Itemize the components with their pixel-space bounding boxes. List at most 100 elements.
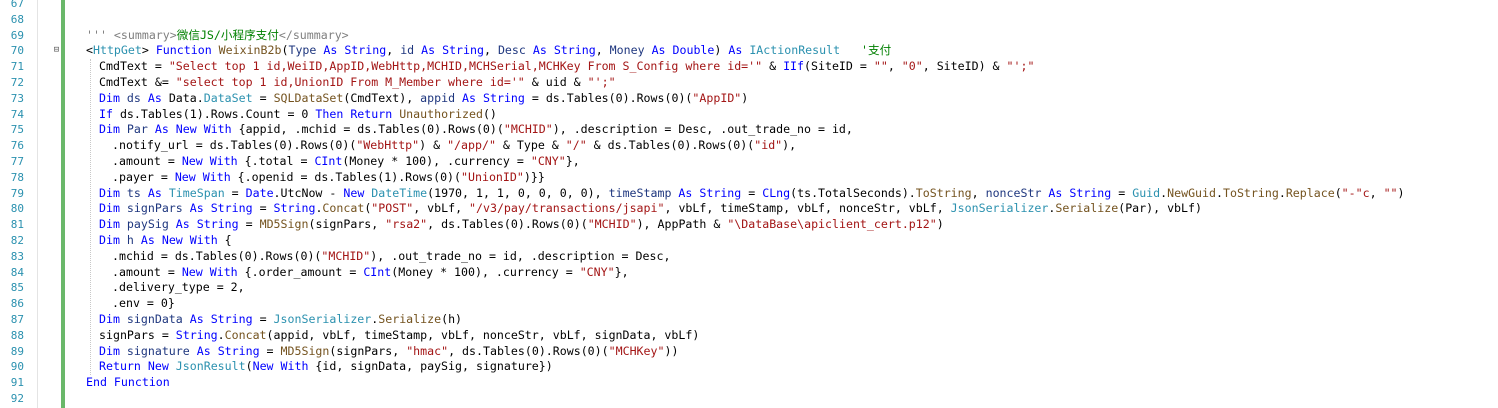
code-token: "MCHKey" (608, 343, 665, 358)
line-number: 82 (10, 234, 24, 247)
code-line[interactable]: .mchid = ds.Tables(0).Rows(0)("MCHID"), … (112, 249, 670, 265)
code-token: Dim (99, 90, 127, 105)
code-line[interactable]: .env = 0} (112, 296, 175, 312)
code-line[interactable]: Dim ts As TimeSpan = Date.UtcNow - New D… (99, 186, 1405, 202)
code-token: TimeSpan (168, 185, 225, 200)
code-line[interactable]: Dim signature As String = MD5Sign(signPa… (99, 344, 678, 360)
code-token: "select top 1 id,UnionID From M_Member w… (175, 75, 525, 89)
code-token: Dim (99, 201, 127, 216)
code-token: IActionResult (749, 43, 841, 58)
code-token: JsonSerializer (950, 201, 1049, 216)
code-line[interactable]: ''' <summary>微信JS/小程序支付</summary> (86, 28, 349, 44)
code-line[interactable]: Dim h As New With { (99, 233, 232, 249)
line-number: 89 (10, 344, 24, 358)
code-line[interactable]: End Function (86, 375, 170, 391)
code-line[interactable]: .notify_url = ds.Tables(0).Rows(0)("WebH… (112, 138, 796, 154)
code-token: DataSet (203, 90, 253, 105)
code-line[interactable]: .amount = New With {.total = CInt(Money … (112, 154, 580, 170)
code-token: , (386, 43, 401, 58)
code-token: Replace (1285, 185, 1335, 200)
code-token: Double (672, 43, 715, 58)
code-token: {.total = (244, 154, 315, 168)
code-token: CInt (314, 154, 343, 168)
code-token: New (181, 264, 210, 279)
code-token: "MCHID" (503, 122, 553, 137)
code-line[interactable]: .payer = New With {.openid = ds.Tables(1… (112, 170, 545, 186)
code-token: Serialize (1055, 201, 1119, 216)
line-number: 77 (10, 155, 24, 168)
code-token: .env = 0} (112, 296, 175, 311)
code-token: .delivery_type = 2, (112, 280, 245, 295)
code-line[interactable]: CmdText = "Select top 1 id,WeiID,AppID,W… (99, 59, 1034, 75)
code-token: "';" (587, 75, 616, 89)
code-token: (1970, 1, 1, 0, 0, 0, 0), (427, 185, 609, 200)
code-token: signPars (126, 201, 190, 216)
code-token: > (141, 43, 156, 58)
code-line[interactable]: signPars = String.Concat(appid, vbLf, ti… (99, 328, 699, 344)
code-token: = (1111, 185, 1133, 200)
code-token: { (224, 233, 232, 247)
code-token: , ds.Tables(0).Rows(0)( (448, 343, 609, 358)
code-line[interactable]: Dim signData As String = JsonSerializer.… (99, 312, 462, 328)
code-line[interactable]: Dim Par As New With {appid, .mchid = ds.… (99, 122, 853, 138)
code-token: Dim (99, 217, 127, 232)
code-token: "0" (901, 59, 923, 74)
code-line[interactable]: CmdText &= "select top 1 id,UnionID From… (99, 75, 616, 91)
code-token: "/app/" (447, 138, 496, 153)
code-token: . (196, 90, 204, 105)
code-token: (signPars, (329, 343, 407, 358)
code-line[interactable]: .delivery_type = 2, (112, 280, 245, 296)
code-token: As (532, 43, 554, 58)
code-line[interactable]: Dim signPars As String = String.Concat("… (99, 201, 1202, 217)
code-token: "AppID" (692, 90, 742, 105)
code-token: (Par), vbLf) (1118, 201, 1202, 216)
code-token: (h) (441, 312, 463, 326)
code-token: = (252, 90, 274, 105)
fold-collapse-icon[interactable]: ⊟ (53, 46, 60, 55)
code-line[interactable]: If ds.Tables(1).Rows.Count = 0 Then Retu… (99, 107, 497, 123)
code-token: , vbLf, (413, 201, 470, 216)
code-token: With (209, 264, 245, 279)
code-token: {.openid = ds.Tables(1).Rows(0)( (237, 169, 462, 184)
code-token: . (1216, 185, 1223, 200)
line-number: 86 (10, 297, 24, 311)
code-token: Guid (1132, 185, 1161, 200)
code-token: & (762, 59, 784, 74)
code-token: h (126, 233, 141, 247)
code-token: "-"c (1341, 185, 1370, 200)
code-token: ), .out_trade_no = id, .description = De… (370, 248, 671, 263)
code-token: String (210, 201, 253, 216)
code-line[interactable]: .amount = New With {.order_amount = CInt… (112, 265, 629, 281)
code-token: If (99, 106, 120, 121)
code-editor[interactable]: 67 68 69 70 71 72 73 74 75 76 77 78 79 80 81 82 83 84 85 86… (0, 0, 1498, 408)
code-token: Function (155, 43, 219, 58)
code-token: New (147, 359, 176, 374)
code-line[interactable]: Dim paySig As String = MD5Sign(signPars,… (99, 217, 944, 233)
code-token: With (203, 122, 239, 137)
code-token: String (217, 343, 260, 358)
line-number: 71 (10, 60, 24, 74)
code-token: , (595, 43, 610, 58)
code-token: Return (350, 106, 400, 121)
code-line[interactable]: <HttpGet> Function WeixinB2b(Type As Str… (86, 43, 891, 59)
code-token: .amount = (112, 264, 182, 279)
line-number: 75 (10, 123, 24, 137)
code-token: String (483, 90, 525, 105)
code-line[interactable]: Dim ds As Data.DataSet = SQLDataSet(CmdT… (99, 91, 748, 107)
code-token: ) (1397, 185, 1405, 200)
code-token: CInt (363, 264, 392, 279)
code-token: signPars = (99, 327, 176, 342)
code-token: "\DataBase\apiclient_cert.p12" (727, 217, 937, 232)
code-token: As (147, 90, 169, 105)
code-token: String (273, 201, 316, 216)
code-token: "WebHttp" (356, 138, 420, 153)
code-token: New (175, 122, 204, 137)
line-number: 73 (10, 91, 24, 105)
code-token: ) (741, 90, 749, 105)
code-line[interactable]: Return New JsonResult(New With {id, sign… (99, 359, 553, 375)
code-token: . (217, 327, 225, 342)
line-number: 90 (10, 360, 24, 374)
code-token: MD5Sign (259, 217, 309, 232)
code-token: .UtcNow - (273, 185, 344, 200)
code-token: (appid, vbLf, timeStamp, vbLf, nonceStr,… (266, 327, 700, 342)
